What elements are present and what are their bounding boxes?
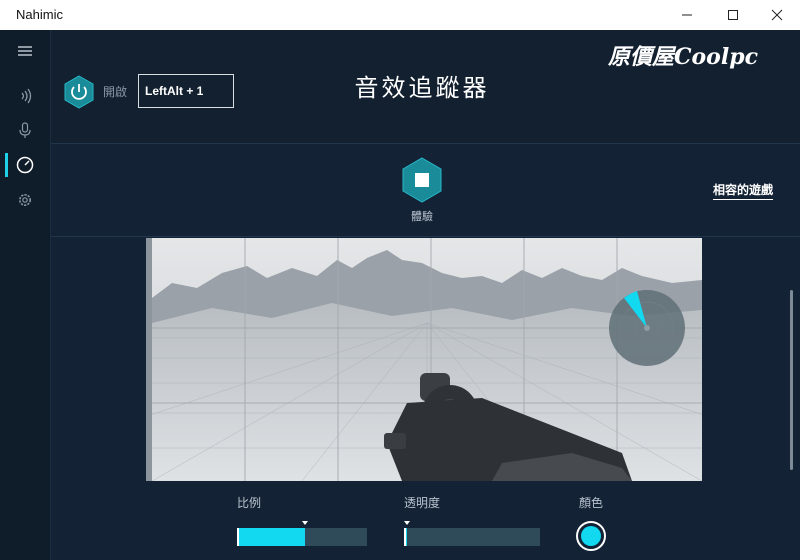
sidebar-item-audio[interactable] — [0, 81, 50, 111]
scale-slider-thumb[interactable] — [302, 521, 308, 525]
close-icon — [771, 9, 783, 21]
sound-tracker-icon — [16, 156, 34, 174]
app-title: Nahimic — [16, 7, 63, 22]
power-toggle-button[interactable] — [63, 75, 95, 113]
hotkey-field[interactable]: LeftAlt + 1 — [138, 74, 234, 108]
menu-icon — [18, 46, 32, 56]
coolpc-logo: 原價屋Coolpc — [608, 44, 758, 70]
opacity-slider-cap — [404, 528, 406, 546]
stop-icon — [402, 157, 442, 203]
compatible-games-link[interactable]: 相容的遊戲 — [713, 181, 774, 200]
power-label: 開啟 — [103, 85, 128, 99]
maximize-button[interactable] — [710, 0, 756, 30]
title-bar: Nahimic — [0, 0, 800, 31]
color-picker-button[interactable] — [576, 521, 606, 551]
experience-label: 體驗 — [411, 210, 433, 223]
minimize-button[interactable] — [664, 0, 710, 30]
opacity-slider-thumb[interactable] — [404, 521, 410, 525]
sidebar-item-settings[interactable] — [0, 185, 50, 215]
microphone-icon — [19, 122, 31, 138]
opacity-label: 透明度 — [404, 496, 441, 510]
color-label: 顏色 — [579, 496, 604, 510]
page-title: 音效追蹤器 — [354, 74, 490, 102]
sidebar-item-microphone[interactable] — [0, 116, 50, 146]
close-button[interactable] — [754, 0, 800, 30]
maximize-icon — [728, 10, 738, 20]
section-divider — [51, 236, 800, 237]
tracker-preview — [152, 238, 702, 481]
opacity-slider[interactable] — [404, 521, 540, 546]
radar-overlay — [609, 290, 685, 366]
minimize-icon — [682, 14, 692, 16]
scrollbar[interactable] — [790, 290, 793, 470]
sidebar-item-sound-tracker[interactable] — [0, 150, 50, 180]
scale-slider-cap — [237, 528, 239, 546]
preview-scene — [152, 238, 702, 481]
scale-label: 比例 — [237, 496, 262, 510]
sidebar-menu-button[interactable] — [0, 36, 50, 66]
settings-icon — [19, 194, 31, 206]
scale-slider[interactable] — [237, 521, 367, 546]
power-icon — [64, 75, 94, 109]
experience-stop-button[interactable] — [401, 157, 443, 207]
scale-slider-fill — [237, 528, 305, 546]
color-swatch — [581, 526, 601, 546]
speaker-icon — [21, 88, 32, 104]
